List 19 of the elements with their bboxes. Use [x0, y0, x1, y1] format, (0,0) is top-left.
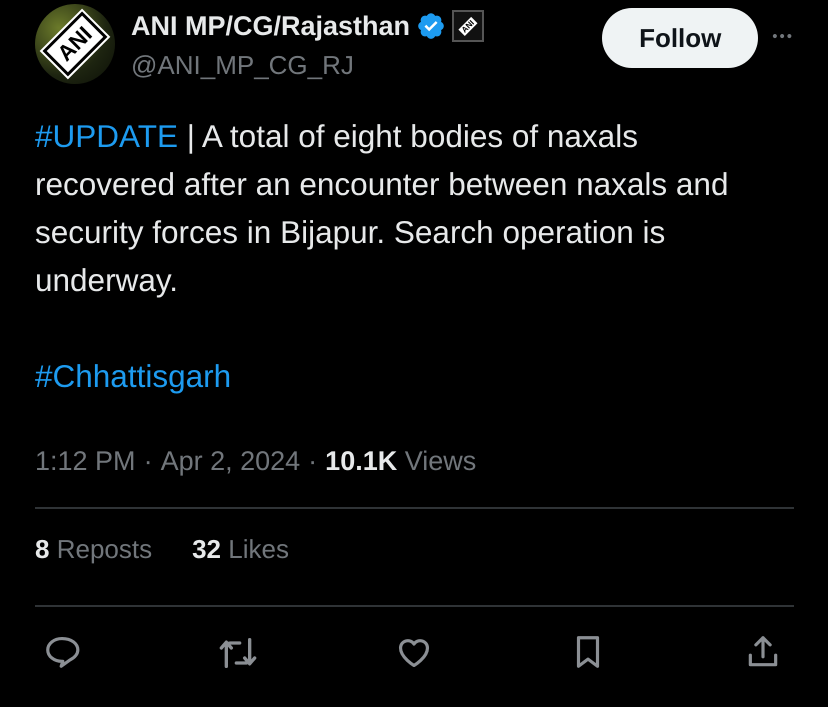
post-date[interactable]: Apr 2, 2024 — [160, 446, 300, 477]
hashtag-link[interactable]: #Chhattisgarh — [35, 358, 232, 394]
post-time[interactable]: 1:12 PM — [35, 446, 136, 477]
stat-count[interactable]: 32 — [192, 534, 222, 564]
views-count: 10.1K — [325, 446, 398, 476]
affiliate-badge[interactable]: ANI — [452, 10, 484, 42]
hashtag-link[interactable]: #UPDATE — [35, 118, 178, 154]
author-handle[interactable]: @ANI_MP_CG_RJ — [131, 50, 484, 81]
avatar-logo[interactable]: ANI — [35, 4, 115, 84]
separator-dot: · — [308, 446, 318, 477]
stat-label[interactable]: Likes — [228, 534, 289, 564]
follow-button[interactable]: Follow — [602, 8, 758, 68]
more-button[interactable]: ••• — [772, 28, 794, 45]
separator-dot: · — [144, 446, 153, 477]
views-label: Views — [404, 446, 476, 476]
stat-label[interactable]: Reposts — [56, 534, 152, 564]
stat-count[interactable]: 8 — [35, 534, 50, 564]
author-name[interactable]: ANI MP/CG/Rajasthan — [131, 10, 410, 42]
tweet-text: #UPDATE | A total of eight bodies of naxals recovered after an encounter between naxals and security forces in Bijapur. Search operation is underway. — [35, 117, 730, 300]
